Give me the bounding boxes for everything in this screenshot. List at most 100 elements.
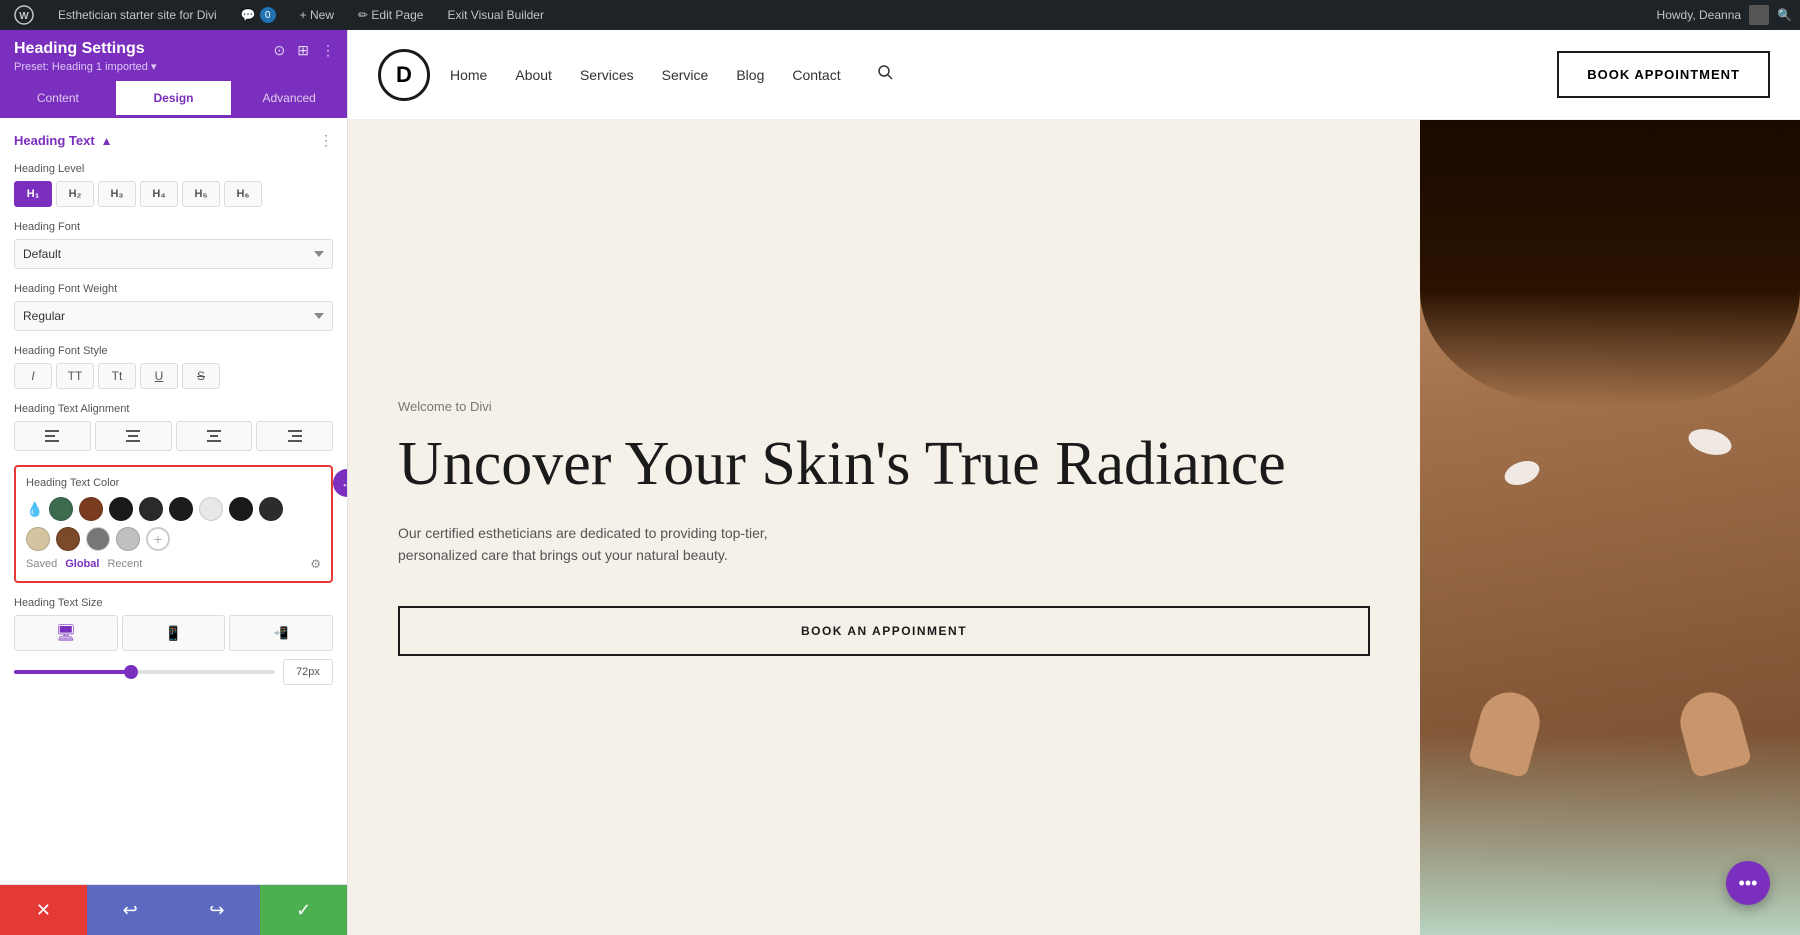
nav-service[interactable]: Service [662,67,709,83]
color-tab-saved[interactable]: Saved [26,558,57,570]
italic-btn[interactable]: I [14,363,52,389]
new-btn[interactable]: + New [294,6,340,24]
color-swatch-7[interactable] [229,497,253,521]
heading-font-select[interactable]: Default [14,239,333,269]
mobile-size-btn[interactable]: 📲 [229,615,333,651]
nav-blog[interactable]: Blog [736,67,764,83]
redo-btn[interactable]: ↪ [174,885,261,935]
heading-font-label: Heading Font [14,221,333,233]
save-btn[interactable]: ✓ [260,885,347,935]
comment-icon: 💬 [241,8,256,22]
underline-btn[interactable]: U [140,363,178,389]
more-icon[interactable]: ⋮ [319,40,337,61]
hero-section: Welcome to Divi Uncover Your Skin's True… [348,120,1800,935]
nav-home[interactable]: Home [450,67,487,83]
heading-level-buttons: H₁ H₂ H₃ H₄ H₅ H₆ [14,181,333,207]
avatar [1749,5,1769,25]
nav-contact[interactable]: Contact [792,67,840,83]
heading-font-style-group: Heading Font Style I TT Tt U S [14,345,333,389]
heading-font-weight-select[interactable]: Regular [14,301,333,331]
tab-content[interactable]: Content [0,81,116,118]
site-name-link[interactable]: Esthetician starter site for Divi [52,6,223,24]
color-add-btn[interactable]: + [146,527,170,551]
float-action-btn[interactable]: ••• [1726,861,1770,905]
color-swatch-6[interactable] [199,497,223,521]
color-swatch-5[interactable] [169,497,193,521]
wp-logo-btn[interactable]: W [8,3,40,27]
align-left-btn[interactable] [14,421,91,451]
h5-btn[interactable]: H₅ [182,181,220,207]
hero-hair [1420,120,1800,405]
color-swatch-4[interactable] [139,497,163,521]
tab-design[interactable]: Design [116,81,232,118]
align-center-left-btn[interactable] [95,421,172,451]
columns-icon[interactable]: ⊞ [295,40,311,61]
panel-subtitle[interactable]: Preset: Heading 1 imported ▾ [14,60,333,73]
color-swatch-10[interactable] [56,527,80,551]
color-swatch-1[interactable] [49,497,73,521]
h4-btn[interactable]: H₄ [140,181,178,207]
h3-btn[interactable]: H₃ [98,181,136,207]
capitalize-btn[interactable]: Tt [98,363,136,389]
color-swatch-12[interactable] [116,527,140,551]
comment-btn[interactable]: 💬 0 [235,5,282,25]
strikethrough-btn[interactable]: S [182,363,220,389]
h1-btn[interactable]: H₁ [14,181,52,207]
heading-level-label: Heading Level [14,163,333,175]
exit-builder-btn[interactable]: Exit Visual Builder [441,6,550,24]
heading-text-size-label: Heading Text Size [14,597,333,609]
comment-count: 0 [260,7,276,23]
tab-advanced[interactable]: Advanced [231,81,347,118]
book-appointment-btn[interactable]: BOOK APPOINTMENT [1557,51,1770,98]
search-icon[interactable]: 🔍 [1777,8,1792,22]
edit-page-btn[interactable]: ✏ Edit Page [352,6,429,24]
desktop-size-btn[interactable]: 🖥 [14,615,118,651]
collapse-icon[interactable]: ▲ [101,134,113,148]
align-center-btn[interactable] [176,421,253,451]
admin-bar: W Esthetician starter site for Divi 💬 0 … [0,0,1800,30]
uppercase-btn[interactable]: TT [56,363,94,389]
heading-text-color-section: Heading Text Color 💧 [14,465,333,583]
monitor-icon: 🖥 [56,623,76,643]
heading-font-style-label: Heading Font Style [14,345,333,357]
slider-row [14,659,333,685]
heading-text-alignment-label: Heading Text Alignment [14,403,333,415]
site-nav: Home About Services Service Blog Contact [450,64,893,85]
hero-eyebrow: Welcome to Divi [398,399,1370,414]
color-swatch-9[interactable] [26,527,50,551]
color-swatch-8[interactable] [259,497,283,521]
eyedropper-icon[interactable]: 💧 [26,501,43,518]
app-container: Heading Settings Preset: Heading 1 impor… [0,30,1800,935]
panel-bottom: ✕ ↩ ↪ ✓ [0,884,347,935]
hero-image [1420,120,1800,935]
slider-thumb[interactable] [124,665,138,679]
nav-services[interactable]: Services [580,67,634,83]
color-swatch-2[interactable] [79,497,103,521]
color-row-2: + [26,527,321,551]
hero-cta-btn[interactable]: BOOK AN APPOINMENT [398,606,1370,656]
h2-btn[interactable]: H₂ [56,181,94,207]
nav-search-icon[interactable] [877,64,893,85]
h6-btn[interactable]: H₆ [224,181,262,207]
panel-header: Heading Settings Preset: Heading 1 impor… [0,30,347,81]
color-settings-icon[interactable]: ⚙ [310,557,321,571]
hero-heading: Uncover Your Skin's True Radiance [398,430,1370,498]
new-label: + New [300,8,334,22]
undo-btn[interactable]: ↩ [87,885,174,935]
color-swatch-11[interactable] [86,527,110,551]
color-row-1: 💧 [26,497,321,521]
section-menu-icon[interactable]: ⋮ [319,132,333,149]
color-tab-global[interactable]: Global [65,558,99,570]
settings-icon[interactable]: ⊙ [272,40,288,61]
align-right-btn[interactable] [256,421,333,451]
color-tabs: Saved Global Recent ⚙ [26,557,321,571]
size-input[interactable] [283,659,333,685]
color-swatch-3[interactable] [109,497,133,521]
heading-text-size-group: Heading Text Size 🖥 📱 📲 [14,597,333,685]
site-logo: D [378,49,430,101]
heading-level-group: Heading Level H₁ H₂ H₃ H₄ H₅ H₆ [14,163,333,207]
tablet-size-btn[interactable]: 📱 [122,615,226,651]
color-tab-recent[interactable]: Recent [107,558,142,570]
cancel-btn[interactable]: ✕ [0,885,87,935]
nav-about[interactable]: About [515,67,552,83]
